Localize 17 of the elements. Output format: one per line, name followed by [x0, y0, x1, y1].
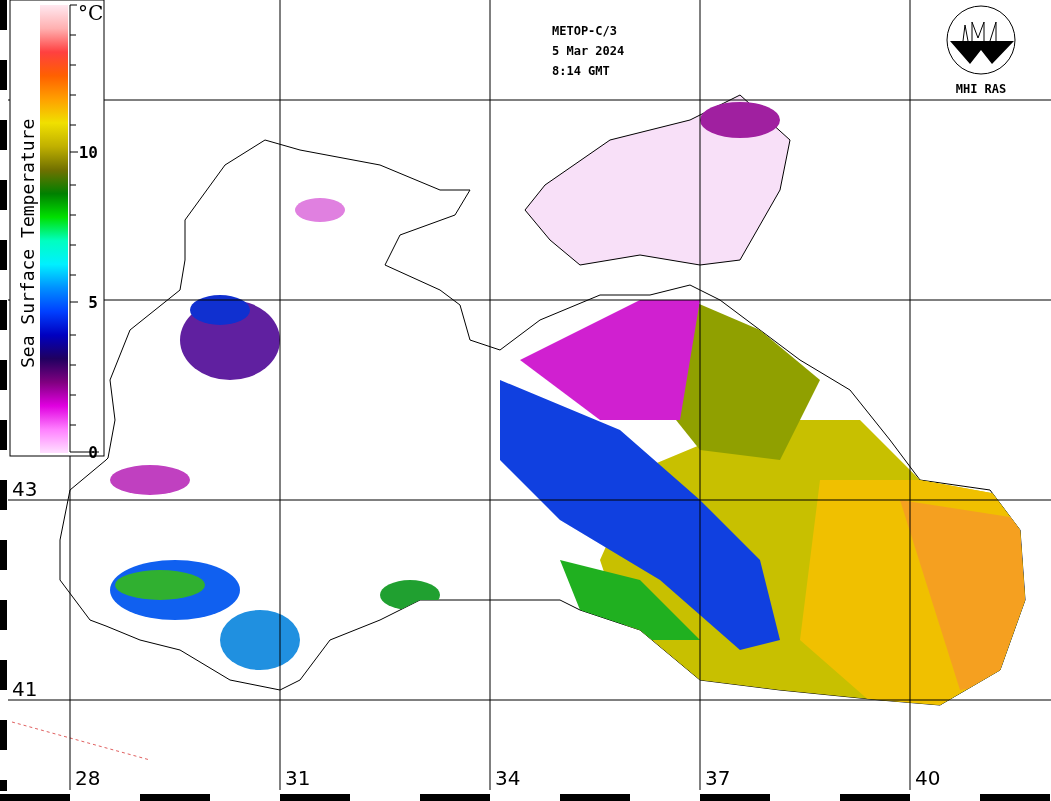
longitude-label: 28 [75, 766, 101, 790]
colorbar-unit: °C [78, 1, 104, 25]
colorbar-tick-label: 5 [88, 293, 98, 312]
colorbar-title: Sea Surface Temperature [17, 118, 38, 368]
colorbar-tick-label: 10 [78, 143, 98, 162]
time-label: 8:14 GMT [552, 64, 610, 78]
longitude-label: 31 [285, 766, 311, 790]
longitude-label: 37 [705, 766, 731, 790]
satellite-label: METOP-C/3 [552, 24, 618, 38]
logo-icon [946, 5, 1016, 75]
latitude-label: 41 [12, 677, 38, 701]
date-label: 5 Mar 2024 [552, 44, 625, 58]
logo-label: MHI RAS [955, 82, 1007, 96]
latitude-label: 43 [12, 477, 38, 501]
colorbar-tick-label: 0 [88, 443, 98, 462]
longitude-label: 40 [915, 766, 941, 790]
longitude-label: 34 [495, 766, 521, 790]
